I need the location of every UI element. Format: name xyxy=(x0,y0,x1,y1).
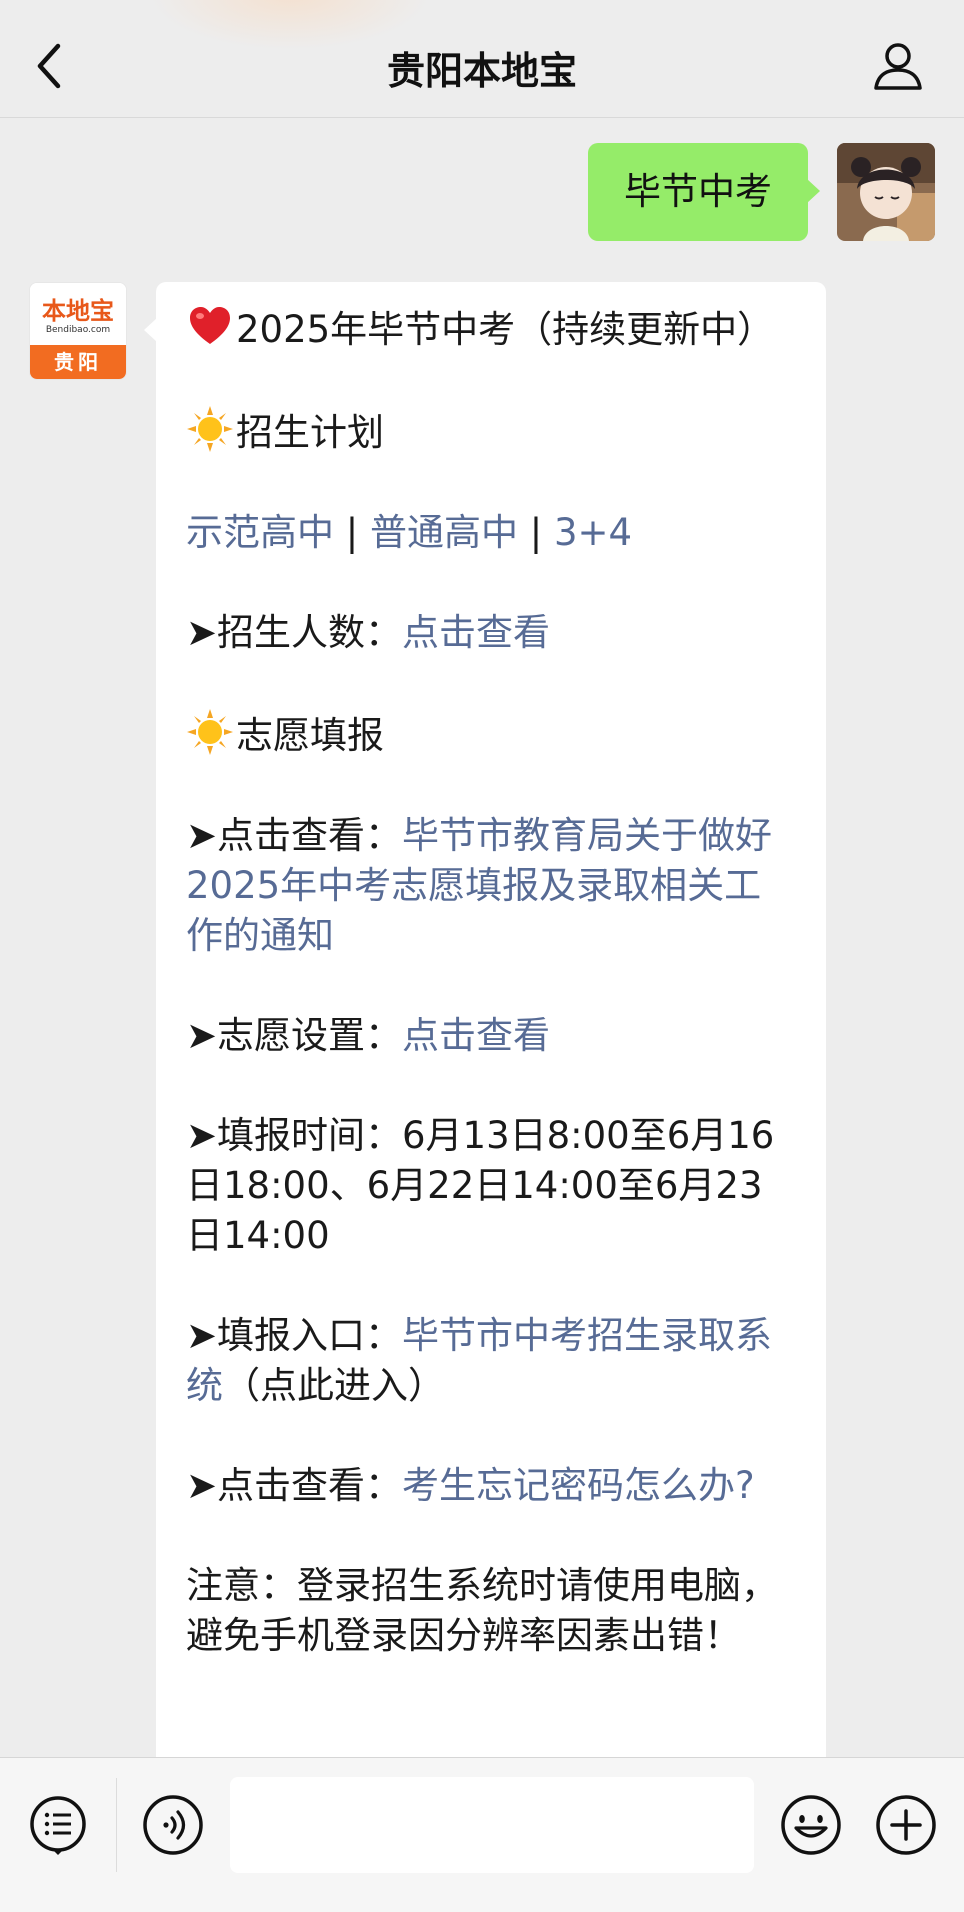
bot-avatar-logo-sub: Bendibao.com xyxy=(45,325,111,335)
page-title: 贵阳本地宝 xyxy=(386,49,577,93)
link-separator: | xyxy=(334,511,370,554)
enroll-count-line: ➤招生人数：点击查看 xyxy=(186,608,798,658)
user-avatar[interactable] xyxy=(837,143,935,241)
link-separator: | xyxy=(518,511,554,554)
bot-message-bubble: 2025年毕节中考（持续更新中） 招生计划 示范高中 | 普通高中 | 3+4 … xyxy=(144,282,826,1782)
notice-line: ➤点击查看：毕节市教育局关于做好2025年中考志愿填报及录取相关工作的通知 xyxy=(186,811,798,961)
link-3-plus-4[interactable]: 3+4 xyxy=(554,511,632,554)
message-input[interactable] xyxy=(230,1777,754,1873)
password-link[interactable]: 考生忘记密码怎么办? xyxy=(402,1464,755,1507)
plus-icon[interactable] xyxy=(875,1794,937,1856)
bot-avatar-logo-text: 本地宝 xyxy=(42,297,114,325)
setting-label: ➤志愿设置： xyxy=(186,1014,403,1057)
enroll-count-label: ➤招生人数： xyxy=(186,611,403,654)
entry-label: ➤填报入口： xyxy=(186,1314,403,1357)
entry-suffix: （点此进入） xyxy=(223,1364,445,1407)
profile-icon[interactable] xyxy=(872,40,924,92)
emoji-icon[interactable] xyxy=(780,1794,842,1856)
setting-link[interactable]: 点击查看 xyxy=(402,1014,550,1057)
link-regular-high-school[interactable]: 普通高中 xyxy=(370,511,518,554)
section-plan-title-text: 招生计划 xyxy=(236,411,384,454)
nav-header: 贵阳本地宝 xyxy=(0,0,964,118)
input-bar-divider xyxy=(116,1778,117,1872)
section-application-title-text: 志愿填报 xyxy=(236,714,384,757)
sun-icon xyxy=(187,406,233,452)
enroll-count-link[interactable]: 点击查看 xyxy=(402,611,550,654)
password-label: ➤点击查看： xyxy=(186,1464,403,1507)
input-bar xyxy=(0,1757,964,1912)
user-message-bubble[interactable]: 毕节中考 xyxy=(588,143,820,241)
school-links-row: 示范高中 | 普通高中 | 3+4 xyxy=(186,508,798,558)
time-line: ➤填报时间：6月13日8:00至6月16日18:00、6月22日14:00至6月… xyxy=(186,1111,798,1261)
headline-line: 2025年毕节中考（持续更新中） xyxy=(186,302,798,355)
headline-text: 2025年毕节中考（持续更新中） xyxy=(236,308,775,351)
voice-icon[interactable] xyxy=(142,1794,204,1856)
heart-icon xyxy=(190,307,230,344)
link-model-high-school[interactable]: 示范高中 xyxy=(186,511,334,554)
entry-line: ➤填报入口：毕节市中考招生录取系统（点此进入） xyxy=(186,1311,798,1411)
bot-avatar[interactable]: 本地宝 Bendibao.com 贵阳 xyxy=(29,282,127,380)
time-label: ➤填报时间： xyxy=(186,1114,403,1157)
menu-list-icon[interactable] xyxy=(28,1794,90,1856)
section-application-title: 志愿填报 xyxy=(186,708,798,761)
notice-label: ➤点击查看： xyxy=(186,814,403,857)
section-plan-title: 招生计划 xyxy=(186,405,798,458)
setting-line: ➤志愿设置：点击查看 xyxy=(186,1011,798,1061)
sun-icon xyxy=(187,709,233,755)
bot-avatar-city: 贵阳 xyxy=(30,345,126,379)
note-line: 注意：登录招生系统时请使用电脑，避免手机登录因分辨率因素出错！ xyxy=(186,1564,778,1657)
password-line: ➤点击查看：考生忘记密码怎么办? xyxy=(186,1461,798,1511)
